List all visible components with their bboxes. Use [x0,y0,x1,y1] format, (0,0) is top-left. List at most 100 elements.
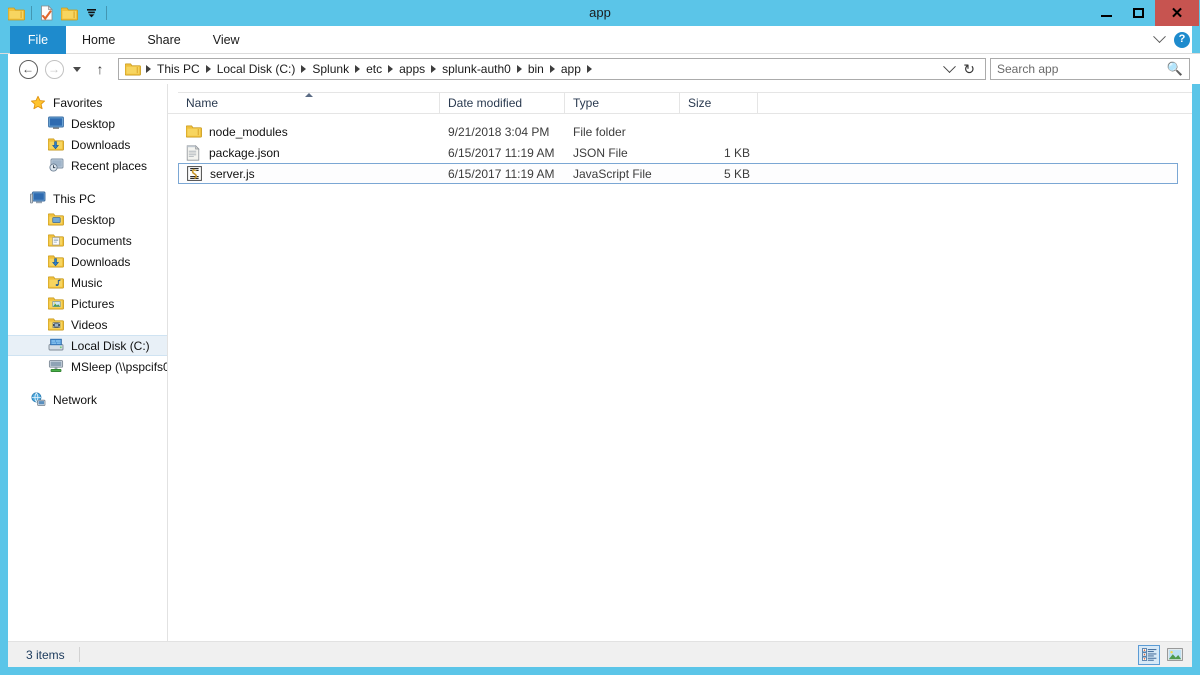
recent-locations-button[interactable] [68,57,86,81]
minimize-button[interactable] [1091,0,1121,26]
properties-icon[interactable] [36,2,58,24]
file-size-cell: 1 KB [723,145,750,160]
sidebar-group-favorites[interactable]: Favorites [8,92,167,113]
sidebar-item-label: Downloads [71,137,131,152]
file-type-cell: File folder [573,124,626,139]
recent-places-icon [48,158,64,174]
breadcrumb-separator-icon [516,65,522,73]
sidebar-item-local-disk-c[interactable]: Local Disk (C:) [8,335,167,356]
ribbon-right-edge [1192,26,1200,53]
sidebar-item-recent-places[interactable]: Recent places [8,155,167,176]
breadcrumb-item-etc[interactable]: etc [362,59,386,79]
up-button[interactable]: ↑ [88,57,112,81]
table-row[interactable]: server.js 6/15/2017 11:19 AM JavaScript … [178,163,1178,184]
file-name-cell: package.json [178,144,440,161]
breadcrumb-separator-icon [355,65,361,73]
sidebar-item-videos[interactable]: Videos [8,314,167,335]
previous-locations-chevron-down-icon[interactable] [943,59,957,73]
sidebar-item-label: Pictures [71,296,115,311]
file-name-cell: node_modules [178,124,440,140]
details-view-icon [1141,648,1156,661]
expand-ribbon-chevron-down-icon[interactable] [1153,30,1166,44]
column-header-label: Type [573,95,600,110]
file-date-cell: 6/15/2017 11:19 AM [448,166,555,181]
downloads-icon [48,254,64,270]
explorer-window: app ✕ File Home Share View ? ← → ↑ This … [0,0,1200,675]
column-header-label: Name [186,95,219,110]
sidebar-item-pictures[interactable]: Pictures [8,293,167,314]
column-header-date-modified[interactable]: Date modified [440,92,565,113]
breadcrumb: This PC Local Disk (C:) Splunk etc apps … [144,59,938,79]
sidebar-item-desktop-pc[interactable]: Desktop [8,209,167,230]
address-bar[interactable]: This PC Local Disk (C:) Splunk etc apps … [118,58,986,80]
tab-file[interactable]: File [10,26,66,54]
tab-view[interactable]: View [197,26,256,54]
sidebar-group-this-pc[interactable]: This PC [8,188,167,209]
sidebar-group-label: Network [53,392,98,407]
caret-down-icon [73,66,81,72]
videos-icon [48,317,64,333]
status-bar: 3 items [8,641,1192,667]
address-folder-icon [124,61,142,77]
large-icons-view-button[interactable] [1164,645,1186,665]
column-header-label: Date modified [448,95,523,110]
file-type-cell: JSON File [573,145,628,160]
column-header-type[interactable]: Type [565,92,680,113]
breadcrumb-item-app[interactable]: app [557,59,585,79]
breadcrumb-item-splunk[interactable]: Splunk [308,59,353,79]
sidebar-item-downloads[interactable]: Downloads [8,134,167,155]
folder-icon [186,124,202,140]
search-box[interactable]: 🔍 [990,58,1190,80]
desktop-folder-icon [48,212,64,228]
file-type-cell: JavaScript File [573,166,652,181]
sidebar-item-desktop[interactable]: Desktop [8,113,167,134]
large-icons-view-icon [1167,648,1183,661]
back-button[interactable]: ← [16,57,40,81]
network-icon [30,391,46,408]
qat-separator-2 [106,6,107,20]
breadcrumb-item-apps[interactable]: apps [395,59,429,79]
help-icon[interactable]: ? [1174,31,1190,48]
desktop-icon [48,116,64,132]
sidebar-group-label: This PC [53,191,96,206]
column-header-name[interactable]: Name [178,92,440,113]
maximize-icon [1132,8,1144,18]
sidebar-item-label: Desktop [71,116,116,131]
forward-arrow-icon: → [44,59,64,79]
pictures-icon [48,296,64,312]
forward-button[interactable]: → [42,57,66,81]
search-input[interactable] [997,62,1167,76]
file-name-label: package.json [209,145,280,160]
sidebar-item-documents[interactable]: Documents [8,230,167,251]
maximize-button[interactable] [1123,0,1153,26]
breadcrumb-item-splunk-auth0[interactable]: splunk-auth0 [438,59,515,79]
address-left-edge [0,54,8,84]
close-button[interactable]: ✕ [1155,0,1199,26]
breadcrumb-item-this-pc[interactable]: This PC [153,59,204,79]
drive-icon [48,338,64,354]
network-drive-icon [48,359,64,375]
table-row[interactable]: package.json 6/15/2017 11:19 AM JSON Fil… [178,142,1192,163]
file-rows: node_modules 9/21/2018 3:04 PM File fold… [168,114,1192,184]
item-count-label: 3 items [26,647,65,662]
table-row[interactable]: node_modules 9/21/2018 3:04 PM File fold… [178,121,1192,142]
system-menu-folder-icon[interactable] [5,2,27,24]
breadcrumb-separator-icon [549,65,555,73]
refresh-icon[interactable]: ↻ [963,61,975,78]
customize-dropdown-icon[interactable] [80,2,102,24]
sidebar-item-music[interactable]: Music [8,272,167,293]
sidebar-item-downloads-pc[interactable]: Downloads [8,251,167,272]
sidebar-item-msleep-network-drive[interactable]: MSleep (\\pspcifs02 [8,356,167,377]
column-header-size[interactable]: Size [680,92,758,113]
sidebar-item-label: Videos [71,317,108,332]
tab-home[interactable]: Home [66,26,131,54]
quick-access-toolbar [0,0,111,26]
sidebar-group-network[interactable]: Network [8,389,167,410]
breadcrumb-item-bin[interactable]: bin [524,59,548,79]
new-folder-icon[interactable] [58,2,80,24]
breadcrumb-item-local-disk[interactable]: Local Disk (C:) [213,59,300,79]
details-view-button[interactable] [1138,644,1160,665]
file-name-label: node_modules [209,124,288,139]
tab-share[interactable]: Share [131,26,196,54]
